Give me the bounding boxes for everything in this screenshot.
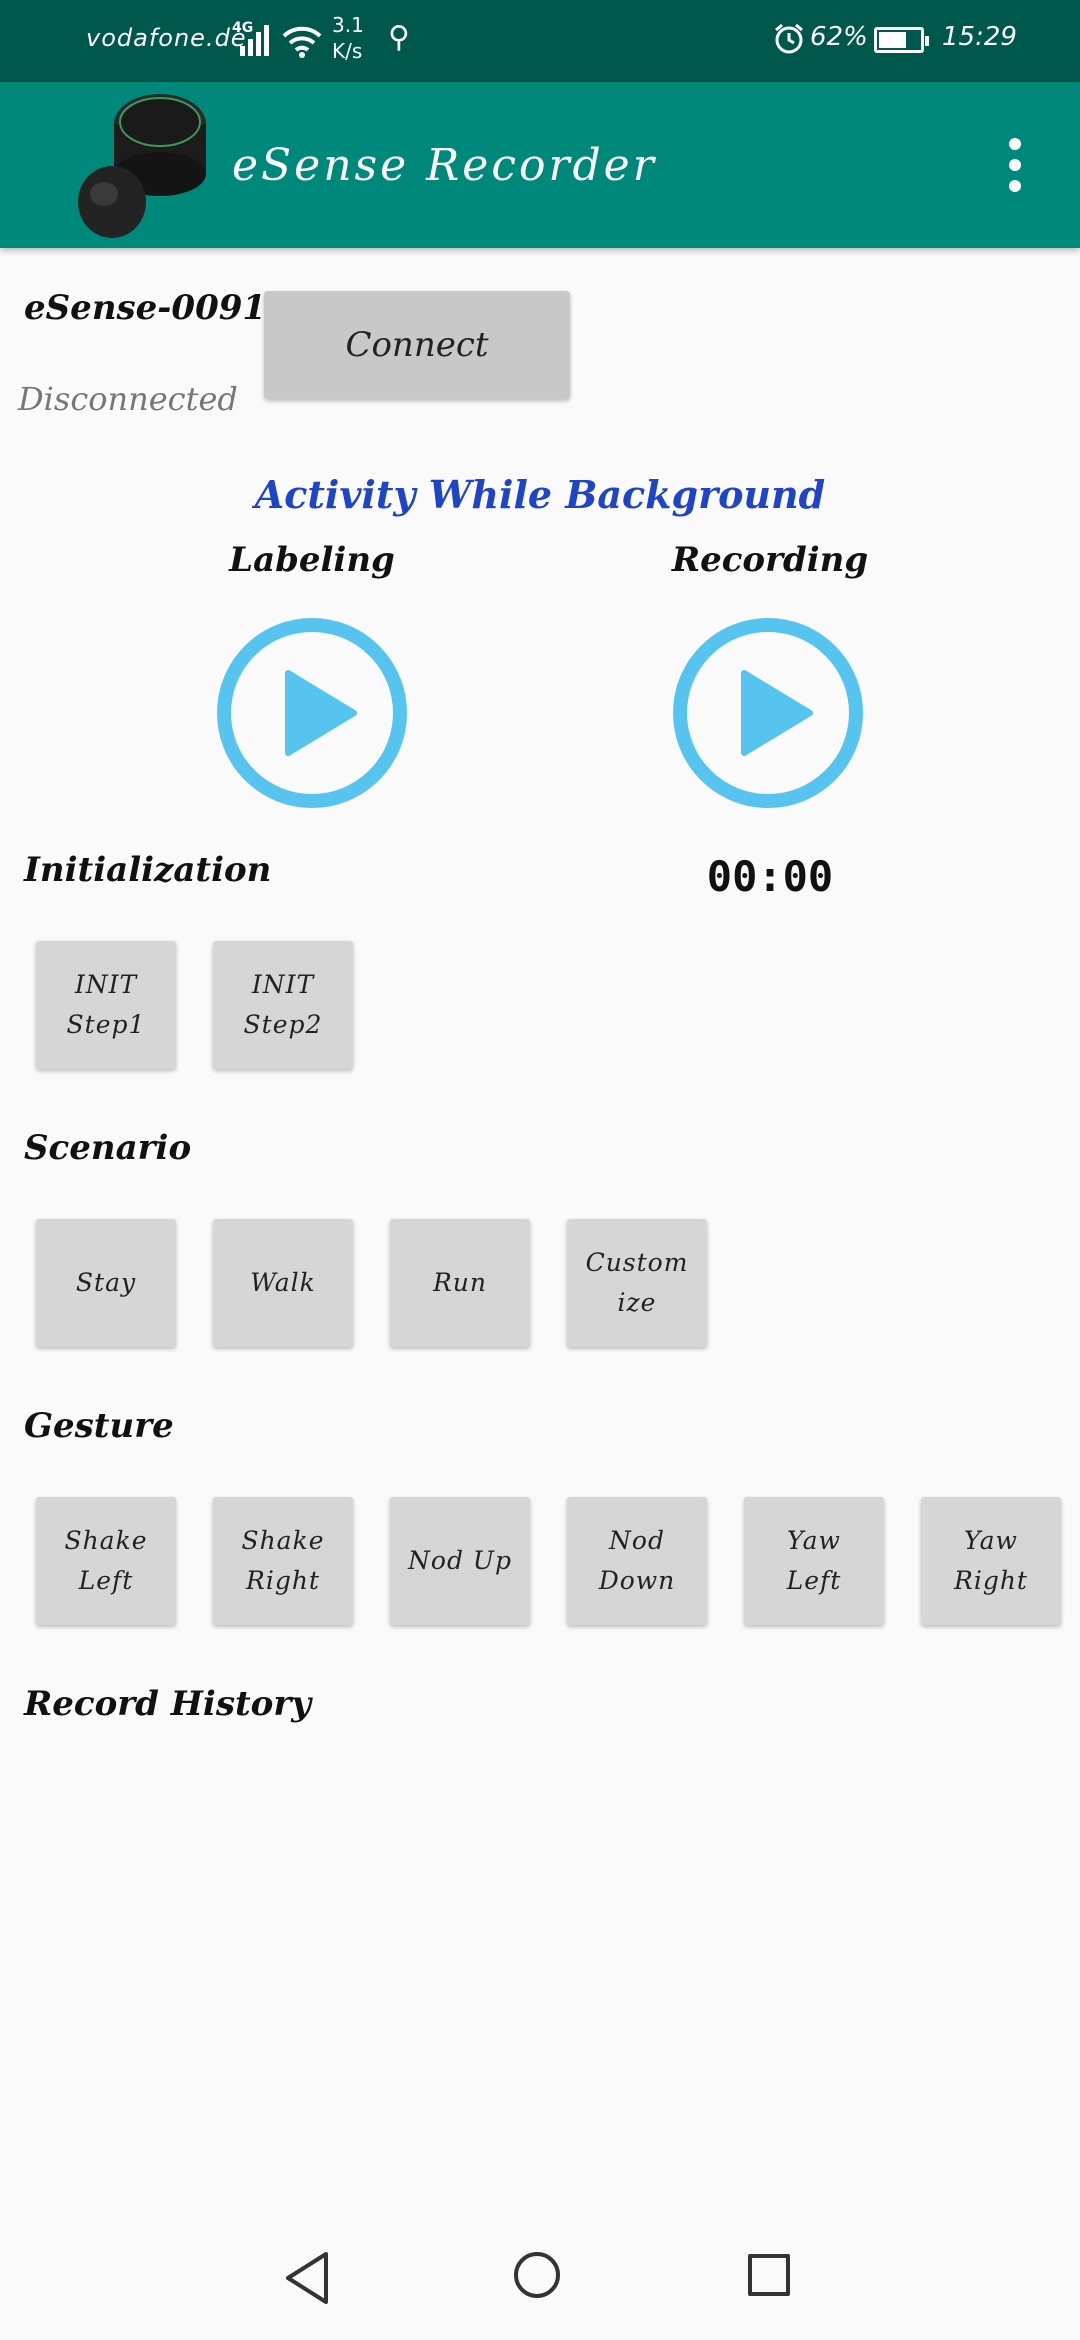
activity-title: Activity While Background (254, 472, 826, 517)
connect-button[interactable]: Connect (264, 291, 570, 399)
status-bar: vodafone.de 4G 3.1 K/s ⚲ 62% 15:29 (0, 0, 1080, 82)
recents-icon[interactable] (748, 2254, 790, 2296)
battery-percent: 62% (810, 22, 868, 52)
recording-timer: 00:00 (706, 852, 834, 901)
gesture-title: Gesture (24, 1406, 174, 1446)
scenario-title: Scenario (24, 1128, 192, 1168)
connection-status: Disconnected (18, 380, 238, 418)
home-icon[interactable] (514, 2252, 560, 2298)
app-bar: eSense Recorder (0, 82, 1080, 248)
init-step1-button[interactable]: INIT Step1 (36, 941, 176, 1069)
record-history-title: Record History (24, 1684, 312, 1724)
init-step2-button[interactable]: INIT Step2 (213, 941, 353, 1069)
labeling-label: Labeling (229, 540, 395, 580)
back-icon[interactable] (282, 2250, 332, 2306)
nod-down-button[interactable]: Nod Down (567, 1497, 707, 1625)
device-name: eSense-0091 (24, 288, 267, 328)
customize-button[interactable]: Custom ize (567, 1219, 707, 1347)
wifi-icon (282, 26, 322, 58)
stay-button[interactable]: Stay (36, 1219, 176, 1347)
initialization-title: Initialization (24, 850, 272, 890)
navigation-bar (0, 2220, 1080, 2340)
labeling-play-button[interactable] (216, 617, 408, 809)
app-title: eSense Recorder (232, 140, 657, 191)
overflow-menu-icon[interactable] (1005, 138, 1025, 192)
nod-up-button[interactable]: Nod Up (390, 1497, 530, 1625)
run-button[interactable]: Run (390, 1219, 530, 1347)
shake-right-button[interactable]: Shake Right (213, 1497, 353, 1625)
speed-unit: K/s (332, 39, 363, 63)
earbud-logo (78, 94, 206, 238)
battery-icon (874, 27, 929, 53)
network-speed: 3.1 K/s (332, 12, 364, 64)
recording-label: Recording (671, 540, 869, 580)
usb-icon: ⚲ (388, 20, 410, 55)
clock: 15:29 (942, 22, 1017, 52)
speed-value: 3.1 (332, 13, 364, 37)
alarm-icon (775, 23, 803, 54)
yaw-left-button[interactable]: Yaw Left (744, 1497, 884, 1625)
yaw-right-button[interactable]: Yaw Right (921, 1497, 1061, 1625)
shake-left-button[interactable]: Shake Left (36, 1497, 176, 1625)
signal-icon (240, 22, 276, 56)
walk-button[interactable]: Walk (213, 1219, 353, 1347)
carrier-label: vodafone.de (86, 24, 247, 52)
recording-play-button[interactable] (672, 617, 864, 809)
